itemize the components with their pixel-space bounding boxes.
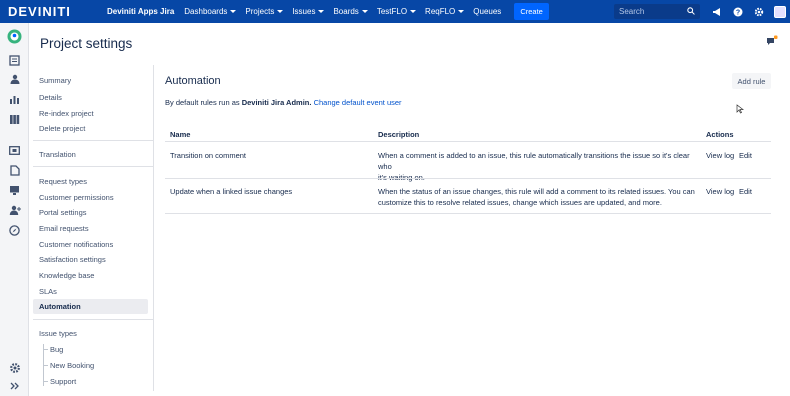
chevron-down-icon	[361, 10, 368, 13]
nav-projects[interactable]: Projects	[245, 7, 284, 16]
sidebar-item-slas[interactable]: SLAs	[39, 287, 57, 296]
column-header-description: Description	[378, 130, 420, 139]
table-divider	[165, 141, 771, 142]
svg-text:?: ?	[735, 9, 739, 16]
mouse-cursor-icon	[736, 104, 744, 114]
reports-icon[interactable]	[8, 93, 21, 106]
sidebar-item-translation[interactable]: Translation	[39, 150, 76, 159]
edit-link[interactable]: Edit	[739, 150, 752, 161]
monitor-icon[interactable]	[8, 184, 21, 197]
divider	[33, 319, 154, 320]
top-right-icons: ?	[709, 4, 790, 19]
edit-link[interactable]: Edit	[739, 186, 752, 197]
chevron-down-icon	[410, 10, 417, 13]
nav-queues[interactable]: Queues	[473, 7, 501, 16]
page-title: Project settings	[40, 36, 133, 51]
rule-name: Transition on comment	[170, 151, 247, 160]
queues-icon[interactable]	[8, 54, 21, 67]
settings-sidebar: Summary Details Re-index project Delete …	[33, 65, 154, 391]
logo-text: DEVINITI	[8, 4, 71, 19]
sidebar-item-satisfaction-settings[interactable]: Satisfaction settings	[39, 255, 106, 264]
sidebar-item-details[interactable]: Details	[39, 93, 62, 102]
change-default-user-link[interactable]: Change default event user	[314, 98, 402, 107]
app-name[interactable]: Deviniti Apps Jira	[107, 7, 174, 16]
sidebar-item-summary[interactable]: Summary	[39, 76, 71, 85]
add-people-icon[interactable]	[8, 204, 21, 217]
gear-icon[interactable]	[8, 361, 21, 374]
view-log-link[interactable]: View log	[706, 150, 734, 161]
tree-tick	[43, 365, 48, 366]
sidebar-item-request-types[interactable]: Request types	[39, 177, 87, 186]
nav-boards[interactable]: Boards	[333, 7, 368, 16]
board-icon[interactable]	[8, 113, 21, 126]
divider	[33, 140, 154, 141]
add-rule-button[interactable]: Add rule	[732, 73, 771, 89]
sidebar-item-automation[interactable]: Automation	[33, 299, 148, 314]
sidebar-item-new-booking[interactable]: New Booking	[50, 361, 94, 370]
expand-sidebar-icon[interactable]	[8, 379, 21, 392]
deviniti-logo[interactable]: DEVINITI	[8, 0, 101, 23]
sidebar-item-issue-types[interactable]: Issue types	[39, 329, 77, 338]
view-log-link[interactable]: View log	[706, 186, 734, 197]
sidebar-item-customer-permissions[interactable]: Customer permissions	[39, 193, 114, 202]
column-header-name: Name	[170, 130, 191, 139]
nav-dashboards[interactable]: Dashboards	[184, 7, 237, 16]
table-divider	[165, 213, 771, 214]
column-header-actions: Actions	[706, 130, 734, 139]
table-divider	[165, 178, 771, 179]
section-title: Automation	[165, 75, 221, 87]
sidebar-item-email-requests[interactable]: Email requests	[39, 224, 89, 233]
megaphone-icon[interactable]	[709, 4, 724, 19]
sidebar-item-customer-notifications[interactable]: Customer notifications	[39, 240, 113, 249]
page-icon[interactable]	[8, 164, 21, 177]
sidebar-item-portal-settings[interactable]: Portal settings	[39, 208, 87, 217]
notification-icon[interactable]	[766, 35, 778, 47]
main-nav: Dashboards Projects Issues Boards TestFL…	[184, 3, 549, 20]
search-input[interactable]: Search	[614, 4, 700, 19]
sidebar-item-support[interactable]: Support	[50, 377, 76, 386]
rule-description: When the status of an issue changes, thi…	[378, 187, 695, 207]
chevron-down-icon	[318, 10, 325, 13]
nav-reqflo[interactable]: ReqFLO	[425, 7, 465, 16]
compass-icon[interactable]	[8, 224, 21, 237]
chevron-down-icon	[277, 10, 284, 13]
help-icon[interactable]: ?	[730, 4, 745, 19]
project-avatar-icon[interactable]	[7, 29, 22, 44]
tree-tick	[43, 349, 48, 350]
rule-name: Update when a linked issue changes	[170, 187, 293, 196]
nav-issues[interactable]: Issues	[292, 7, 325, 16]
customers-icon[interactable]	[8, 73, 21, 86]
sidebar-item-bug[interactable]: Bug	[50, 345, 63, 354]
chevron-down-icon	[230, 10, 237, 13]
tree-tick	[43, 381, 48, 382]
channels-icon[interactable]	[8, 144, 21, 157]
search-icon	[687, 7, 695, 15]
avatar[interactable]	[772, 4, 787, 19]
default-user-text: By default rules run as Deviniti Jira Ad…	[165, 98, 402, 107]
project-sidebar-rail	[0, 23, 29, 396]
divider	[33, 166, 154, 167]
chevron-down-icon	[458, 10, 465, 13]
default-user-name: Deviniti Jira Admin.	[241, 98, 312, 107]
nav-testflo[interactable]: TestFLO	[377, 7, 417, 16]
gear-icon[interactable]	[751, 4, 766, 19]
sidebar-item-reindex[interactable]: Re-index project	[39, 109, 94, 118]
sidebar-item-knowledge-base[interactable]: Knowledge base	[39, 271, 94, 280]
sidebar-item-delete-project[interactable]: Delete project	[39, 124, 85, 133]
create-button[interactable]: Create	[514, 3, 549, 20]
